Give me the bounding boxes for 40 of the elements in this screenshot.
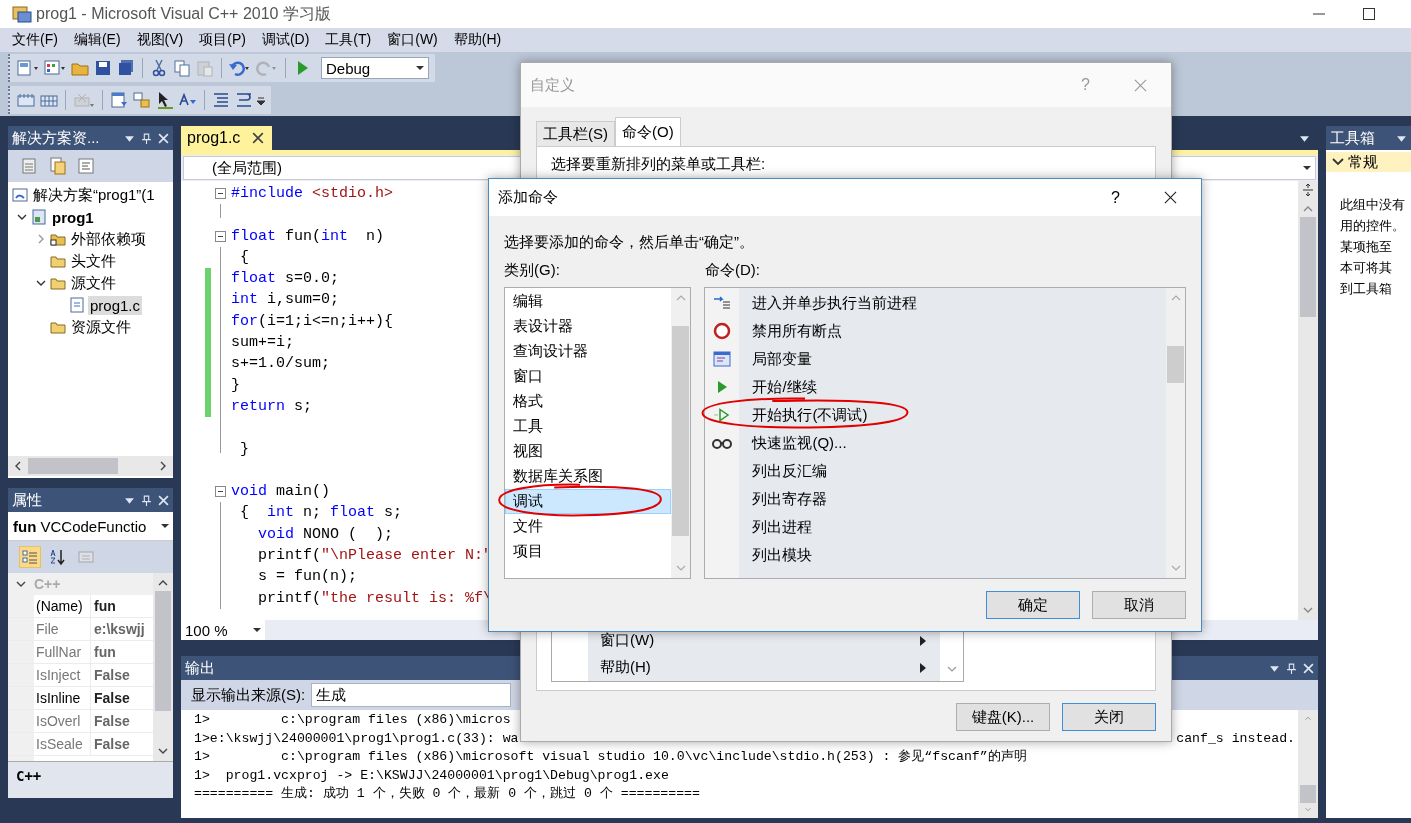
output-line: 1> c:\program files (x86)\microsoft visual studio 10.0\vc\include\stdio.h(253) : 参见“fscanf”的声明 (194, 748, 1027, 767)
description-text: C++ (16, 768, 42, 784)
dialog-title: 添加命令 (498, 188, 558, 207)
output-line: canf_s instead. (1176, 729, 1296, 748)
code-line: float fun(int n) (231, 226, 385, 247)
code-line: void main() (231, 482, 331, 503)
code-line: s = fun(n); (257, 567, 358, 588)
output-line: 1>e:\kswjj\24000001\prog1\prog1.c(33): wa (194, 729, 519, 748)
window-title: prog1 - Microsoft Visual C++ 2010 学习版 (36, 3, 331, 24)
panel-title: 输出 (185, 658, 215, 678)
empty-group-message: 此组中没有 (1340, 196, 1406, 214)
code-line: } (231, 375, 240, 396)
list-label: 命令(D): (705, 261, 760, 280)
prompt-text: 选择要添加的命令，然后单击“确定”。 (504, 233, 755, 252)
panel-title: 属性 (12, 490, 42, 510)
prompt-text: 选择要重新排列的菜单或工具栏: (551, 155, 767, 174)
code-line: } (239, 439, 249, 460)
empty-group-message: 用的控件。 (1340, 217, 1406, 235)
dialog-title: 自定义 (530, 75, 575, 95)
code-line: sum+=i; (231, 333, 294, 354)
code-line: { int n; float s; (239, 503, 403, 524)
panel-title: 工具箱 (1330, 128, 1375, 148)
list-label: 类别(G): (504, 261, 561, 280)
empty-group-message: 到工具箱 (1340, 280, 1393, 298)
code-line: #include <stdio.h> (231, 184, 394, 204)
output-line: 1> prog1.vcxproj -> E:\KSWJJ\24000001\prog1\Debug\prog1.exe (194, 766, 669, 785)
panel-title: 解决方案资... (12, 128, 100, 148)
code-line: void NONO ( ); (257, 524, 394, 545)
category-label: C++ (34, 576, 61, 592)
code-line: return s; (231, 396, 313, 417)
code-line: float s=0.0; (231, 269, 340, 290)
empty-group-message: 某项拖至 (1340, 238, 1393, 256)
empty-group-message: 本可将其 (1340, 259, 1393, 277)
output-line: 1> c:\program files (x86)\micros (194, 711, 511, 729)
source-label: 显示输出来源(S): (191, 685, 306, 705)
code-line: { (239, 247, 249, 268)
code-line: for(i=1;i<=n;i++){ (231, 311, 394, 332)
code-line: int i,sum=0; (231, 290, 340, 311)
output-line: ========== 生成: 成功 1 个，失败 0 个，最新 0 个，跳过 0 个 ========== (194, 785, 700, 804)
code-line: s+=1.0/sum; (231, 354, 331, 375)
